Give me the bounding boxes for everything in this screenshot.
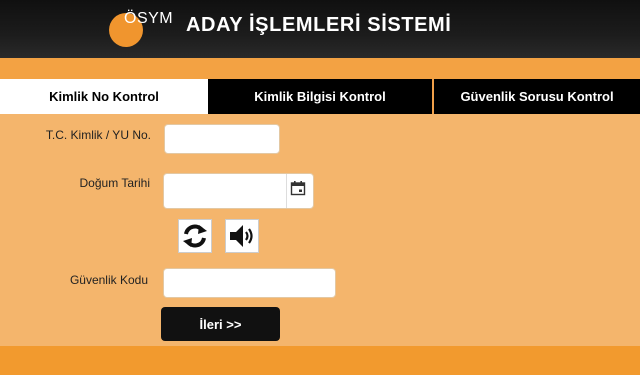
footer-band [0,346,640,375]
header-bar: ÖSYM ADAY İŞLEMLERİ SİSTEMİ [0,0,640,58]
refresh-icon [183,224,207,248]
tc-kimlik-label: T.C. Kimlik / YU No. [45,128,151,142]
tab-kimlik-bilgisi-kontrol[interactable]: Kimlik Bilgisi Kontrol [208,79,432,114]
dogum-tarihi-input[interactable] [164,174,287,208]
calendar-icon[interactable] [290,180,306,196]
page-title: ADAY İŞLEMLERİ SİSTEMİ [186,14,452,36]
audio-captcha-button[interactable] [225,219,259,253]
guvenlik-kodu-label: Güvenlik Kodu [69,273,148,287]
header-accent-band [0,58,640,79]
guvenlik-kodu-input[interactable] [163,268,336,298]
tc-kimlik-input[interactable] [164,124,280,154]
logo-text: ÖSYM [124,10,174,27]
tab-kimlik-no-kontrol[interactable]: Kimlik No Kontrol [0,79,208,114]
speaker-icon [230,225,253,247]
dogum-tarihi-label: Doğum Tarihi [79,176,150,190]
next-button[interactable]: İleri >> [161,307,280,341]
refresh-captcha-button[interactable] [178,219,212,253]
dogum-tarihi-field [163,173,314,209]
tab-guvenlik-sorusu-kontrol[interactable]: Güvenlik Sorusu Kontrol [432,79,640,114]
